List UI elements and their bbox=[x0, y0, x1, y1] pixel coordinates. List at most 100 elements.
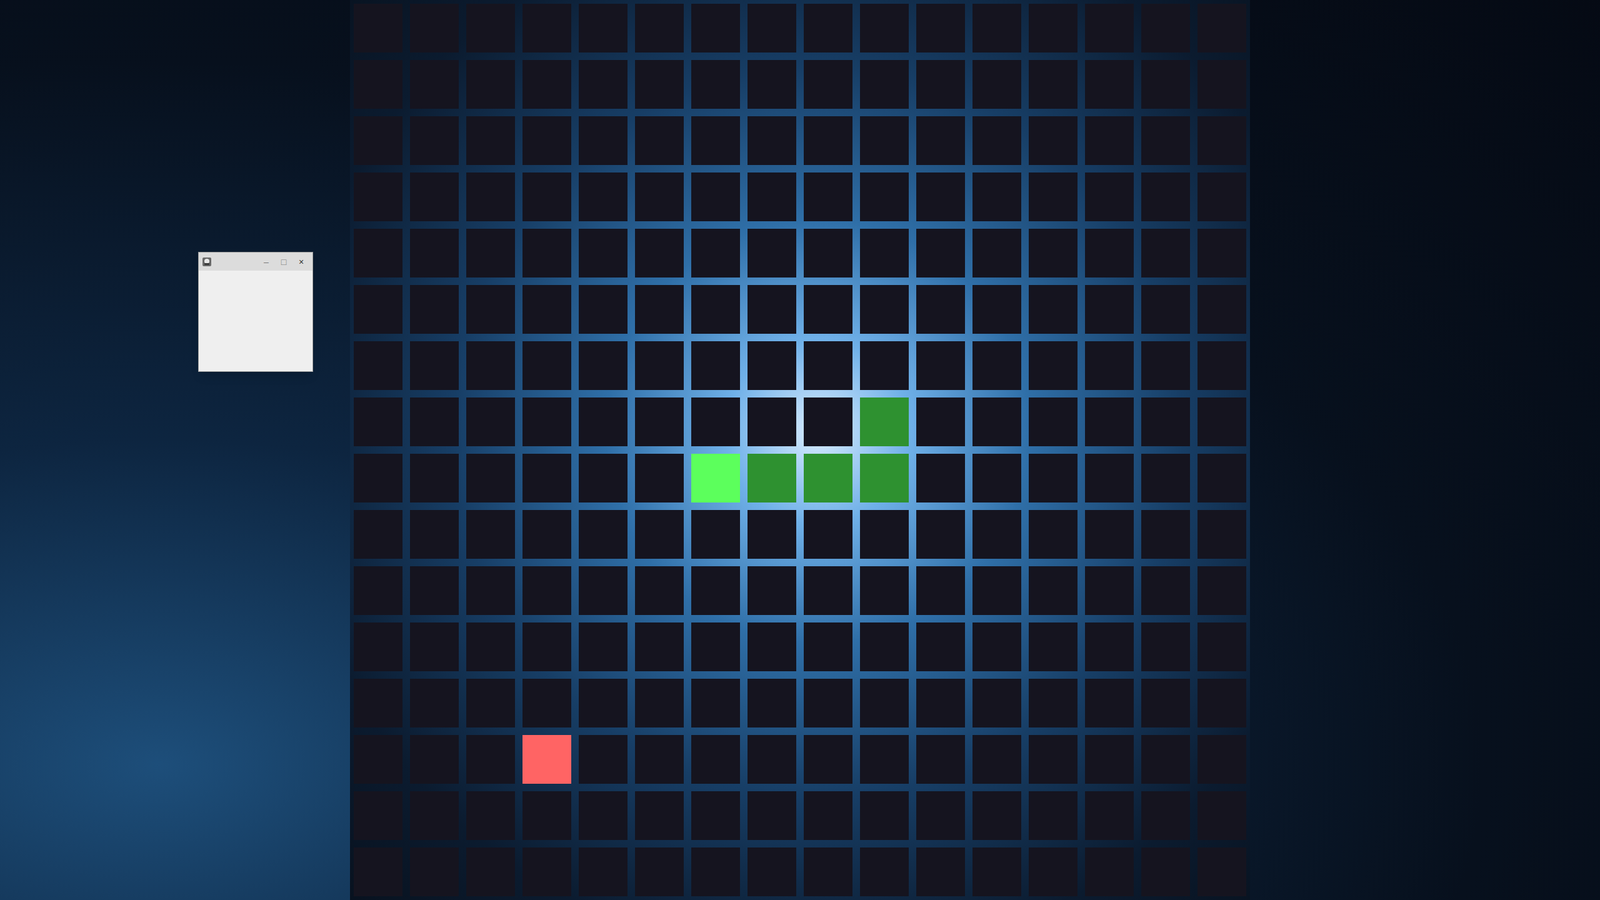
grid-cell bbox=[578, 566, 628, 615]
grid-cell bbox=[635, 341, 684, 390]
grid-cell bbox=[522, 3, 572, 53]
grid-cell bbox=[916, 510, 965, 559]
grid-cell bbox=[410, 847, 459, 897]
grid-cell bbox=[353, 172, 403, 222]
grid-cell bbox=[466, 791, 515, 840]
grid-cell bbox=[1197, 678, 1247, 728]
grid-cell bbox=[1141, 622, 1190, 672]
snake-head bbox=[691, 453, 740, 503]
grid-cell bbox=[410, 397, 459, 447]
close-button[interactable]: × bbox=[293, 255, 310, 269]
grid-cell bbox=[803, 341, 853, 390]
grid-cell bbox=[635, 453, 684, 503]
grid-cell bbox=[916, 622, 965, 672]
grid-cell bbox=[1197, 735, 1247, 784]
grid-cell bbox=[1085, 510, 1134, 559]
grid-cell bbox=[578, 60, 628, 109]
grid-cell bbox=[803, 678, 853, 728]
grid-cell bbox=[578, 285, 628, 334]
grid-cell bbox=[410, 566, 459, 615]
grid-cell bbox=[466, 397, 515, 447]
grid-cell bbox=[1141, 60, 1190, 109]
grid-cell bbox=[972, 60, 1022, 109]
grid-cell bbox=[410, 341, 459, 390]
grid-cell bbox=[1141, 285, 1190, 334]
grid-cell bbox=[410, 510, 459, 559]
grid-cell bbox=[578, 172, 628, 222]
grid-cell bbox=[410, 791, 459, 840]
grid-cell bbox=[410, 735, 459, 784]
grid-cell bbox=[410, 285, 459, 334]
grid-cell bbox=[747, 116, 797, 165]
grid-cell bbox=[1197, 622, 1247, 672]
grid-cell bbox=[916, 341, 965, 390]
grid-cell bbox=[522, 622, 572, 672]
grid-cell bbox=[1028, 116, 1078, 165]
grid-cell bbox=[635, 228, 684, 278]
grid-cell bbox=[1085, 735, 1134, 784]
grid-cell bbox=[578, 453, 628, 503]
grid-cell bbox=[803, 510, 853, 559]
grid-cell bbox=[578, 3, 628, 53]
snake-segment bbox=[747, 453, 797, 503]
grid-cell bbox=[1028, 3, 1078, 53]
minimize-button[interactable]: – bbox=[258, 255, 275, 269]
grid-cell bbox=[747, 566, 797, 615]
grid-cell bbox=[353, 566, 403, 615]
grid-cell bbox=[466, 453, 515, 503]
grid-cell bbox=[353, 791, 403, 840]
grid-cell bbox=[972, 397, 1022, 447]
grid-cell bbox=[1197, 341, 1247, 390]
grid-cell bbox=[1028, 678, 1078, 728]
grid-cell bbox=[1085, 791, 1134, 840]
grid-cell bbox=[1028, 228, 1078, 278]
grid-cell bbox=[747, 510, 797, 559]
grid-cell bbox=[803, 566, 853, 615]
grid-cell bbox=[916, 60, 965, 109]
grid-cell bbox=[1141, 397, 1190, 447]
grid-cell bbox=[466, 566, 515, 615]
grid-cell bbox=[410, 228, 459, 278]
grid-cell bbox=[1028, 622, 1078, 672]
grid-cell bbox=[578, 735, 628, 784]
grid-cell bbox=[1141, 791, 1190, 840]
grid-cell bbox=[353, 3, 403, 53]
grid-cell bbox=[466, 622, 515, 672]
desktop: –□× bbox=[0, 0, 1600, 900]
grid-cell bbox=[860, 60, 909, 109]
grid-cell bbox=[1028, 510, 1078, 559]
app-window[interactable]: –□× bbox=[198, 251, 314, 372]
grid-cell bbox=[860, 847, 909, 897]
grid-cell bbox=[635, 735, 684, 784]
grid-cell bbox=[747, 228, 797, 278]
title-bar[interactable]: –□× bbox=[198, 252, 313, 271]
grid-cell bbox=[747, 622, 797, 672]
grid-cell bbox=[578, 847, 628, 897]
grid-cell bbox=[353, 847, 403, 897]
grid-cell bbox=[1028, 397, 1078, 447]
grid-cell bbox=[1197, 228, 1247, 278]
grid-cell bbox=[1085, 566, 1134, 615]
grid-cell bbox=[635, 622, 684, 672]
maximize-button[interactable]: □ bbox=[275, 255, 292, 269]
grid-cell bbox=[803, 172, 853, 222]
grid-cell bbox=[466, 847, 515, 897]
grid-cell bbox=[522, 60, 572, 109]
grid-cell bbox=[466, 285, 515, 334]
grid-cell bbox=[1028, 791, 1078, 840]
grid-cell bbox=[803, 735, 853, 784]
snake-segment bbox=[803, 453, 853, 503]
grid-cell bbox=[522, 678, 572, 728]
grid-cell bbox=[691, 228, 740, 278]
grid-cell bbox=[1197, 453, 1247, 503]
grid-cell bbox=[803, 622, 853, 672]
grid-cell bbox=[916, 453, 965, 503]
grid-cell bbox=[635, 678, 684, 728]
grid-cell bbox=[578, 678, 628, 728]
grid-cell bbox=[803, 60, 853, 109]
grid-cell bbox=[972, 678, 1022, 728]
grid-cell bbox=[353, 397, 403, 447]
grid-cell bbox=[916, 847, 965, 897]
grid-cell bbox=[1197, 397, 1247, 447]
grid-cell bbox=[1028, 60, 1078, 109]
